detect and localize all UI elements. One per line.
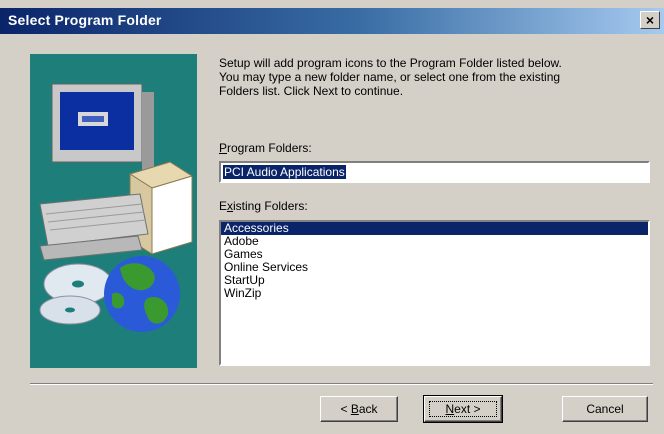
program-folder-value: PCI Audio Applications: [223, 165, 346, 179]
cancel-button[interactable]: Cancel: [562, 396, 648, 422]
existing-folders-label: Existing Folders:: [219, 199, 308, 213]
globe-icon: [104, 256, 180, 332]
next-button[interactable]: Next >: [423, 395, 503, 423]
list-item[interactable]: Accessories: [221, 222, 648, 235]
list-item[interactable]: Online Services: [221, 261, 648, 274]
close-icon: ×: [645, 12, 655, 28]
close-button[interactable]: ×: [640, 11, 660, 29]
program-folder-input[interactable]: PCI Audio Applications: [219, 161, 650, 183]
back-button[interactable]: < Back: [320, 396, 398, 422]
instructions-text: Setup will add program icons to the Prog…: [219, 56, 562, 98]
existing-folders-list[interactable]: Accessories Adobe Games Online Services …: [219, 220, 650, 366]
list-item[interactable]: WinZip: [221, 287, 648, 300]
back-button-label: < Back: [340, 402, 378, 416]
computer-monitor-icon: [51, 83, 154, 172]
cancel-button-label: Cancel: [586, 402, 624, 416]
next-button-label: Next >: [445, 402, 481, 416]
setup-illustration: [30, 54, 197, 368]
setup-dialog: Select Program Folder × Setup will add p…: [0, 0, 664, 434]
program-folders-label: Program Folders:: [219, 141, 312, 155]
button-separator: [30, 383, 653, 385]
window-title: Select Program Folder: [8, 12, 162, 28]
list-item[interactable]: Adobe: [221, 235, 648, 248]
title-bar[interactable]: Select Program Folder ×: [0, 8, 664, 34]
list-item[interactable]: StartUp: [221, 274, 648, 287]
setup-illustration-graphic: [30, 54, 197, 368]
